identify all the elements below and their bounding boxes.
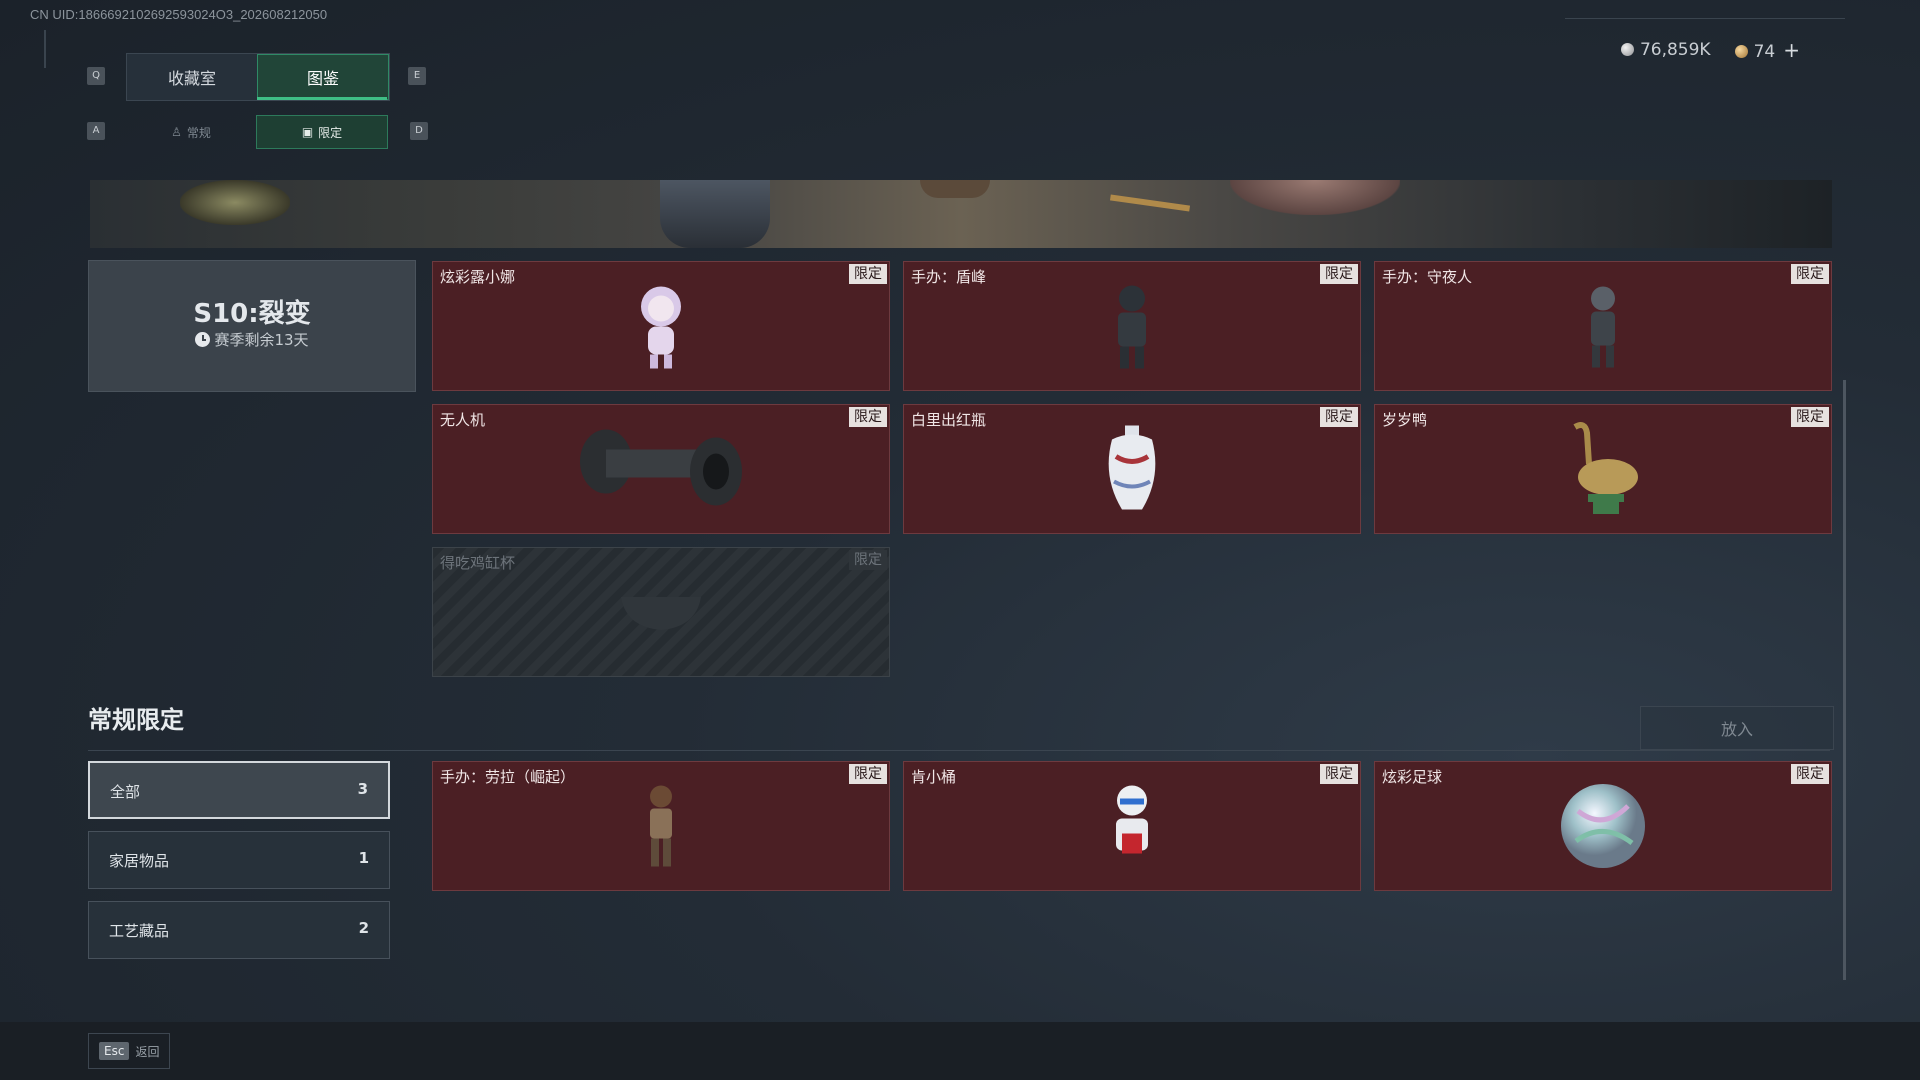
silver-amount: 76,859K: [1639, 40, 1711, 60]
picture-icon: ▣: [301, 125, 314, 139]
currency-display: 76,859K 74 +: [1620, 38, 1800, 62]
category-home[interactable]: 家居物品 1: [88, 831, 390, 889]
soccer-ball-icon: [1561, 784, 1645, 868]
main-tabs: 收藏室 图鉴: [126, 53, 390, 101]
item-card[interactable]: 手办：盾峰 限定: [903, 261, 1361, 391]
item-card[interactable]: 白里出红瓶 限定: [903, 404, 1361, 534]
limited-badge: 限定: [1791, 407, 1829, 427]
item-name: 手办：守夜人: [1382, 268, 1473, 286]
banner-decor-statue: [180, 180, 290, 225]
key-hint-q: Q: [87, 67, 105, 85]
category-count: 1: [358, 849, 369, 867]
colonel-figure-icon: [1116, 785, 1148, 854]
duck-statue-icon: [1573, 422, 1638, 514]
esc-key-hint: Esc: [99, 1042, 130, 1060]
item-name: 炫彩足球: [1382, 768, 1443, 786]
season-remaining: 赛季剩余13天: [89, 329, 415, 350]
limited-badge: 限定: [1791, 764, 1829, 784]
item-name: 白里出红瓶: [911, 411, 987, 429]
banner-decor-shoes: [920, 180, 990, 198]
key-hint-a: A: [87, 122, 105, 140]
category-label: 工艺藏品: [109, 922, 170, 940]
silver-currency: 76,859K: [1620, 40, 1711, 60]
limited-badge: 限定: [1791, 264, 1829, 284]
item-card[interactable]: 手办：劳拉（崛起） 限定: [432, 761, 890, 891]
banner-decor-boots: [660, 180, 770, 248]
limited-badge: 限定: [849, 550, 887, 570]
vase-icon: [1108, 425, 1156, 510]
figure-icon: ♙: [171, 125, 182, 139]
uid-label: CN UID:1866692102692593024O3_20260821205…: [30, 7, 328, 22]
item-name: 得吃鸡缸杯: [440, 554, 516, 572]
drone-part-icon: [580, 429, 742, 506]
item-card[interactable]: 手办：守夜人 限定: [1374, 261, 1832, 391]
section-divider: [88, 750, 1830, 751]
cup-icon: [621, 597, 701, 630]
item-name: 无人机: [440, 411, 486, 429]
tab-catalog[interactable]: 图鉴: [257, 54, 389, 100]
add-currency-button[interactable]: +: [1783, 38, 1800, 62]
night-watcher-figure-icon: [1591, 286, 1615, 368]
soldier-figure-icon: [1118, 285, 1146, 369]
key-hint-e: E: [408, 67, 426, 85]
limited-badge: 限定: [1320, 264, 1358, 284]
item-name: 肯小桶: [911, 768, 957, 786]
footer-bar: [0, 1022, 1920, 1080]
scrollbar[interactable]: [1843, 380, 1846, 980]
tab-collection-room[interactable]: 收藏室: [127, 54, 257, 100]
put-in-button[interactable]: 放入: [1640, 706, 1834, 750]
doll-figure-icon: [641, 286, 681, 369]
silver-coin-icon: [1620, 43, 1634, 56]
item-name: 手办：劳拉（崛起）: [440, 768, 576, 786]
category-label: 家居物品: [109, 852, 170, 870]
item-card[interactable]: 炫彩露小娜 限定: [432, 261, 890, 391]
season-banner-image: [90, 180, 1832, 248]
limited-badge: 限定: [849, 264, 887, 284]
lara-figure-icon: [650, 785, 672, 867]
sub-tabs: ♙ 常规 ▣ 限定: [126, 115, 388, 149]
category-craft[interactable]: 工艺藏品 2: [88, 901, 390, 959]
category-all[interactable]: 全部 3: [88, 761, 390, 819]
subtab-regular[interactable]: ♙ 常规: [126, 115, 256, 149]
clock-icon: [195, 332, 211, 347]
item-name: 岁岁鸭: [1382, 411, 1428, 429]
item-card[interactable]: 无人机 限定: [432, 404, 890, 534]
corner-decoration: [44, 30, 46, 68]
item-card[interactable]: 岁岁鸭 限定: [1374, 404, 1832, 534]
banner-decor-shells: [1109, 194, 1191, 212]
item-card[interactable]: 炫彩足球 限定: [1374, 761, 1832, 891]
season-card: S10:裂变 赛季剩余13天: [88, 260, 416, 392]
subtab-limited[interactable]: ▣ 限定: [256, 115, 388, 149]
section-title: 常规限定: [88, 706, 184, 734]
top-divider: [1565, 18, 1845, 19]
season-remaining-label: 赛季剩余13天: [214, 331, 309, 349]
item-name: 炫彩露小娜: [440, 268, 516, 286]
limited-badge: 限定: [1320, 407, 1358, 427]
subtab-limited-label: 限定: [318, 125, 343, 140]
banner-decor-ball: [1230, 180, 1400, 215]
gold-coin-icon: [1734, 45, 1748, 58]
season-title: S10:裂变: [193, 299, 311, 329]
gold-amount: 74: [1753, 42, 1776, 62]
limited-badge: 限定: [1320, 764, 1358, 784]
category-count: 3: [357, 780, 368, 798]
item-card-locked[interactable]: 得吃鸡缸杯 限定: [432, 547, 890, 677]
item-name: 手办：盾峰: [911, 268, 987, 286]
subtab-regular-label: 常规: [186, 125, 211, 140]
limited-badge: 限定: [849, 407, 887, 427]
back-label: 返回: [135, 1044, 160, 1059]
category-label: 全部: [110, 783, 141, 801]
active-tab-indicator: [257, 97, 387, 100]
limited-badge: 限定: [849, 764, 887, 784]
back-button[interactable]: Esc 返回: [88, 1033, 170, 1069]
category-count: 2: [358, 919, 369, 937]
key-hint-d: D: [410, 122, 428, 140]
gold-currency: 74 +: [1734, 38, 1800, 62]
item-card[interactable]: 肯小桶 限定: [903, 761, 1361, 891]
